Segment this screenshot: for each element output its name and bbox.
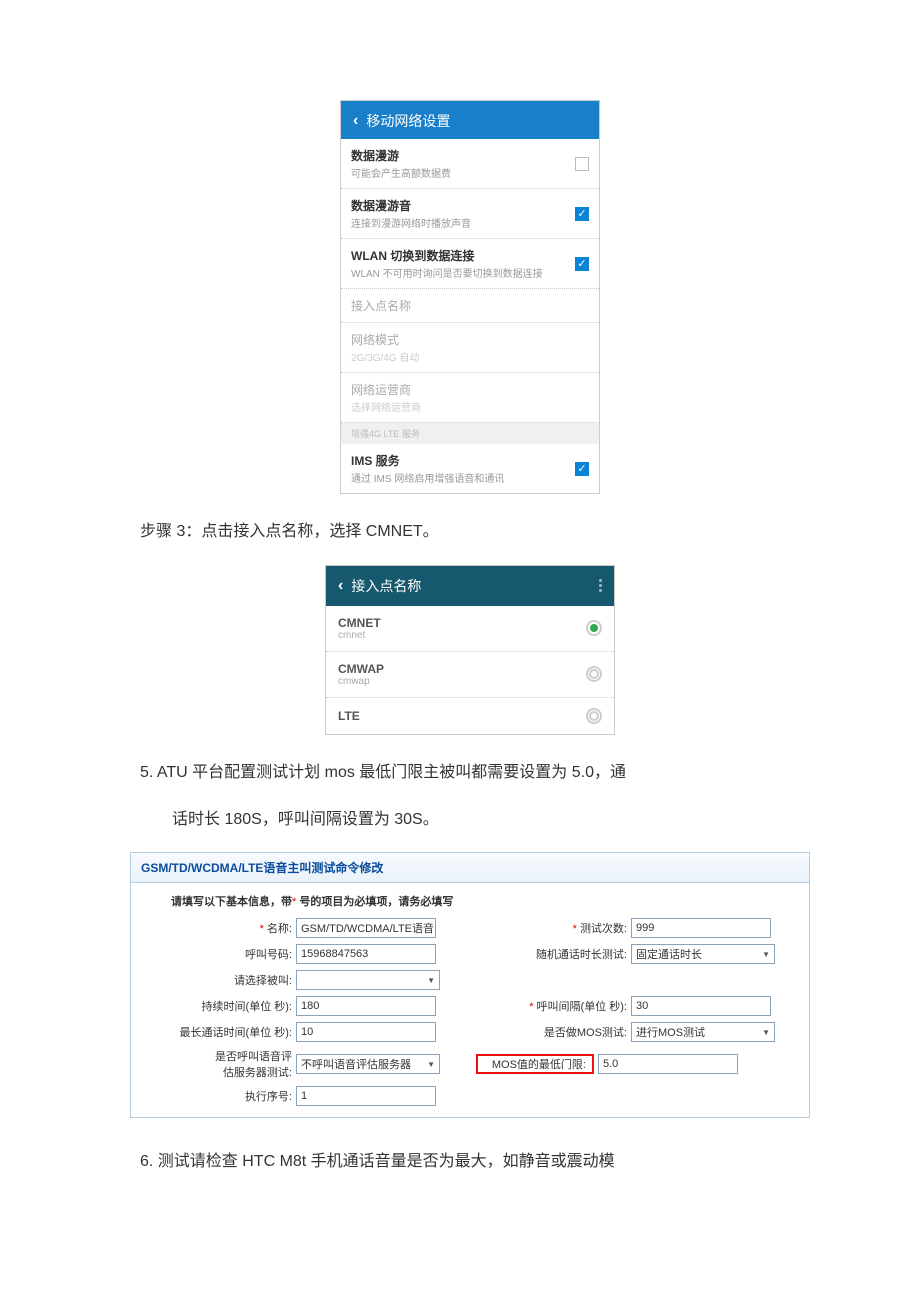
- apn-row-cmnet[interactable]: CMNET cmnet: [326, 606, 614, 652]
- apn-header: ‹ 接入点名称: [326, 566, 614, 606]
- apn-row-cmwap[interactable]: CMWAP cmwap: [326, 652, 614, 698]
- highlight-mos-min: MOS值的最低门限:: [476, 1054, 594, 1074]
- apn-row-lte[interactable]: LTE: [326, 698, 614, 734]
- setting-main: 接入点名称: [351, 297, 411, 314]
- setting-sub: 通过 IMS 网络启用增强语音和通讯: [351, 470, 504, 485]
- setting-row-wlan-switch[interactable]: WLAN 切换到数据连接 WLAN 不可用时询问是否要切换到数据连接 ✓: [341, 239, 599, 289]
- atu-form-screenshot: GSM/TD/WCDMA/LTE语音主叫测试命令修改 请填写以下基本信息，带* …: [130, 852, 810, 1118]
- item6-text: 6. 测试请检查 HTC M8t 手机通话音量是否为最大，如静音或震动模: [140, 1148, 800, 1177]
- select-value: 进行MOS测试: [636, 1024, 705, 1040]
- checkbox-checked[interactable]: ✓: [575, 207, 589, 221]
- label-exec-seq: 执行序号:: [141, 1088, 296, 1104]
- checkbox-checked[interactable]: ✓: [575, 462, 589, 476]
- apn-sub: cmnet: [338, 630, 381, 641]
- mobile-network-settings-screenshot: ‹ 移动网络设置 数据漫游 可能会产生高额数据费 数据漫游音 连接到漫游网络时播…: [340, 100, 600, 494]
- setting-sub: 选择网络运营商: [351, 399, 421, 414]
- select-value: 固定通话时长: [636, 946, 702, 962]
- setting-main: 网络模式: [351, 331, 419, 348]
- form-row-voice-eval: 是否呼叫语音评 估服务器测试: 不呼叫语音评估服务器▼: [135, 1045, 470, 1083]
- setting-row-network-mode[interactable]: 网络模式 2G/3G/4G 自动: [341, 323, 599, 373]
- apn-header-title: 接入点名称: [351, 576, 421, 596]
- form-title: GSM/TD/WCDMA/LTE语音主叫测试命令修改: [131, 853, 809, 883]
- section-header-lte: 增强4G LTE 服务: [341, 423, 599, 444]
- form-row-select-called: 请选择被叫: ▼: [135, 967, 470, 993]
- apn-main: CMWAP: [338, 662, 384, 676]
- apn-main: LTE: [338, 709, 360, 723]
- apn-sub: cmwap: [338, 676, 384, 687]
- setting-row-ims[interactable]: IMS 服务 通过 IMS 网络启用增强语音和通讯 ✓: [341, 444, 599, 493]
- setting-sub: 2G/3G/4G 自动: [351, 349, 419, 364]
- label-name: 名称:: [267, 923, 292, 935]
- label-random-dur: 随机通话时长测试:: [476, 946, 631, 962]
- radio-selected[interactable]: [586, 620, 602, 636]
- step3-text: 步骤 3：点击接入点名称，选择 CMNET。: [140, 518, 800, 547]
- label-interval: 呼叫间隔(单位 秒):: [537, 1001, 627, 1013]
- item5-text-line2: 话时长 180S，呼叫间隔设置为 30S。: [140, 806, 800, 835]
- select-called[interactable]: ▼: [296, 970, 440, 990]
- form-row-random-dur: 随机通话时长测试: 固定通话时长▼: [470, 941, 805, 967]
- mobile-header: ‹ 移动网络设置: [341, 101, 599, 139]
- label-do-mos: 是否做MOS测试:: [476, 1024, 631, 1040]
- form-row-do-mos: 是否做MOS测试: 进行MOS测试▼: [470, 1019, 805, 1045]
- form-row-interval: * 呼叫间隔(单位 秒): 30: [470, 993, 805, 1019]
- input-exec-seq[interactable]: 1: [296, 1086, 436, 1106]
- input-mos-min[interactable]: 5.0: [598, 1054, 738, 1074]
- form-row-test-count: * 测试次数: 999: [470, 915, 805, 941]
- select-do-mos[interactable]: 进行MOS测试▼: [631, 1022, 775, 1042]
- menu-dots-icon[interactable]: [599, 579, 602, 592]
- checkbox-unchecked[interactable]: [575, 157, 589, 171]
- input-interval[interactable]: 30: [631, 996, 771, 1016]
- form-row-empty: [470, 967, 805, 993]
- apn-screenshot: ‹ 接入点名称 CMNET cmnet CMWAP cmwap LTE: [325, 565, 615, 735]
- setting-sub: WLAN 不可用时询问是否要切换到数据连接: [351, 265, 543, 280]
- form-subtitle: 请填写以下基本信息，带* 号的项目为必填项，请务必填写: [131, 883, 809, 915]
- select-value: 不呼叫语音评估服务器: [301, 1056, 411, 1072]
- radio-unselected[interactable]: [586, 666, 602, 682]
- label-mos-min: MOS值的最低门限:: [480, 1056, 590, 1072]
- checkbox-checked[interactable]: ✓: [575, 257, 589, 271]
- setting-sub: 连接到漫游网络时播放声音: [351, 215, 471, 230]
- radio-unselected[interactable]: [586, 708, 602, 724]
- back-chevron-icon[interactable]: ‹: [338, 577, 343, 595]
- mobile-header-title: 移动网络设置: [366, 111, 450, 131]
- label-duration: 持续时间(单位 秒):: [141, 998, 296, 1014]
- label-max-dur: 最长通话时间(单位 秒):: [141, 1024, 296, 1040]
- input-duration[interactable]: 180: [296, 996, 436, 1016]
- input-name[interactable]: GSM/TD/WCDMA/LTE语音: [296, 918, 436, 938]
- setting-main: WLAN 切换到数据连接: [351, 247, 543, 264]
- setting-main: 数据漫游音: [351, 197, 471, 214]
- setting-main: IMS 服务: [351, 452, 504, 469]
- select-voice-eval[interactable]: 不呼叫语音评估服务器▼: [296, 1054, 440, 1074]
- select-random-dur[interactable]: 固定通话时长▼: [631, 944, 775, 964]
- setting-row-roaming-sound[interactable]: 数据漫游音 连接到漫游网络时播放声音 ✓: [341, 189, 599, 239]
- form-grid: * 名称: GSM/TD/WCDMA/LTE语音 * 测试次数: 999 呼叫号…: [131, 915, 809, 1117]
- back-chevron-icon[interactable]: ‹: [353, 112, 358, 130]
- setting-main: 数据漫游: [351, 147, 451, 164]
- setting-main: 网络运营商: [351, 381, 421, 398]
- setting-sub: 可能会产生高额数据费: [351, 165, 451, 180]
- form-row-max-dur: 最长通话时间(单位 秒): 10: [135, 1019, 470, 1045]
- form-row-name: * 名称: GSM/TD/WCDMA/LTE语音: [135, 915, 470, 941]
- form-row-duration: 持续时间(单位 秒): 180: [135, 993, 470, 1019]
- apn-main: CMNET: [338, 616, 381, 630]
- input-max-dur[interactable]: 10: [296, 1022, 436, 1042]
- input-test-count[interactable]: 999: [631, 918, 771, 938]
- label-voice-eval: 是否呼叫语音评 估服务器测试:: [141, 1048, 296, 1080]
- form-subtitle-post: 号的项目为必填项，请务必填写: [296, 896, 453, 908]
- input-call-num[interactable]: 15968847563: [296, 944, 436, 964]
- label-test-count: 测试次数:: [580, 923, 627, 935]
- form-subtitle-pre: 请填写以下基本信息，带: [171, 896, 292, 908]
- setting-row-apn[interactable]: 接入点名称: [341, 289, 599, 323]
- item5-text-line1: 5. ATU 平台配置测试计划 mos 最低门限主被叫都需要设置为 5.0，通: [140, 759, 800, 788]
- setting-row-data-roaming[interactable]: 数据漫游 可能会产生高额数据费: [341, 139, 599, 189]
- form-row-mos-min: MOS值的最低门限: 5.0: [470, 1045, 805, 1083]
- form-row-exec-seq: 执行序号: 1: [135, 1083, 805, 1109]
- setting-row-carrier[interactable]: 网络运营商 选择网络运营商: [341, 373, 599, 423]
- label-select-called: 请选择被叫:: [141, 972, 296, 988]
- form-row-call-num: 呼叫号码: 15968847563: [135, 941, 470, 967]
- label-call-num: 呼叫号码:: [141, 946, 296, 962]
